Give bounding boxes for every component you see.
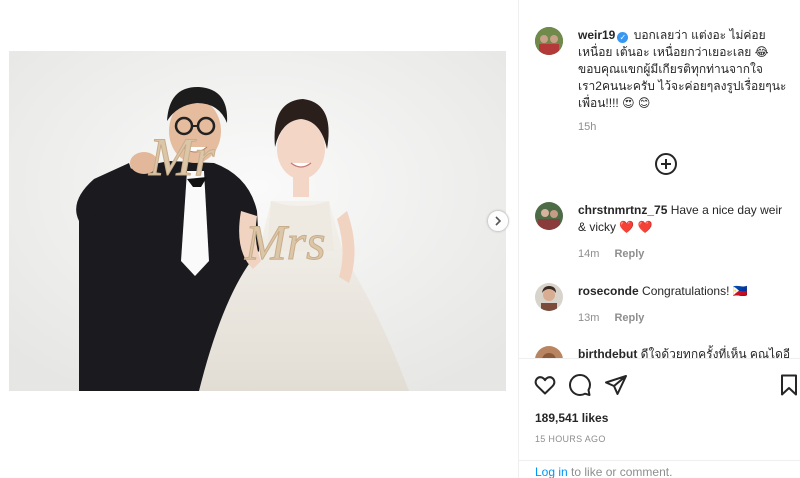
wedding-photo-illustration: Mr Mrs xyxy=(9,51,506,391)
commenter-avatar[interactable] xyxy=(535,283,563,311)
post-caption: weir19 ✓ บอกเลยว่า แต่งอะ ไม่ค่อยเหนื่อย … xyxy=(578,27,788,133)
comment-time: 13m xyxy=(578,312,600,324)
comment-item: birthdebut ดีใจด้วยทุกครั้งที่เห็น คุณได… xyxy=(578,346,793,358)
chevron-right-icon xyxy=(495,216,502,226)
post-actions: 189,541 likes 15 HOURS AGO Log in to lik… xyxy=(519,358,800,478)
next-photo-button[interactable] xyxy=(487,210,509,232)
comment-item: roseconde Congratulations! 🇵🇭 13m Reply xyxy=(578,283,793,324)
comment-time: 14m xyxy=(578,248,600,260)
poster-avatar[interactable] xyxy=(535,27,563,55)
avatar-image xyxy=(535,346,563,358)
reply-button[interactable]: Reply xyxy=(614,248,644,260)
comment-username[interactable]: birthdebut xyxy=(578,347,637,358)
svg-text:Mr: Mr xyxy=(148,127,216,187)
caption-username[interactable]: weir19 xyxy=(578,28,615,42)
verified-badge-icon: ✓ xyxy=(617,32,629,43)
plus-circle-icon[interactable] xyxy=(655,153,677,175)
post-media: Mr Mrs xyxy=(0,0,518,478)
post-timestamp: 15 HOURS AGO xyxy=(535,434,606,444)
likes-count[interactable]: 189,541 likes xyxy=(535,411,608,425)
post-photo[interactable]: Mr Mrs xyxy=(9,51,506,391)
comment-text: ดีใจด้วยทุกครั้งที่เห็น คุณไดอี xyxy=(640,347,791,358)
bookmark-icon[interactable] xyxy=(777,373,800,397)
comment-username[interactable]: roseconde xyxy=(578,284,639,298)
avatar-image xyxy=(535,27,563,55)
login-prompt-text: to like or comment. xyxy=(567,465,673,478)
reply-button[interactable]: Reply xyxy=(614,312,644,324)
comment-username[interactable]: chrstnmrtnz_75 xyxy=(578,203,667,217)
comment-text: Congratulations! 🇵🇭 xyxy=(642,284,748,298)
commenter-avatar[interactable] xyxy=(535,346,563,358)
comment-item: chrstnmrtnz_75 Have a nice day weir & vi… xyxy=(578,202,793,260)
caption-time: 15h xyxy=(578,121,597,133)
comment-icon[interactable] xyxy=(568,373,592,397)
commenter-avatar[interactable] xyxy=(535,202,563,230)
share-icon[interactable] xyxy=(604,373,628,397)
post-sidebar: weir19 ✓ บอกเลยว่า แต่งอะ ไม่ค่อยเหนื่อย … xyxy=(518,0,800,478)
heart-icon[interactable] xyxy=(533,373,557,397)
avatar-image xyxy=(535,283,563,311)
svg-text:Mrs: Mrs xyxy=(244,214,326,270)
comments-list: weir19 ✓ บอกเลยว่า แต่งอะ ไม่ค่อยเหนื่อย … xyxy=(519,0,800,358)
login-link[interactable]: Log in xyxy=(535,465,568,478)
login-prompt: Log in to like or comment. xyxy=(519,460,800,478)
avatar-image xyxy=(535,202,563,230)
